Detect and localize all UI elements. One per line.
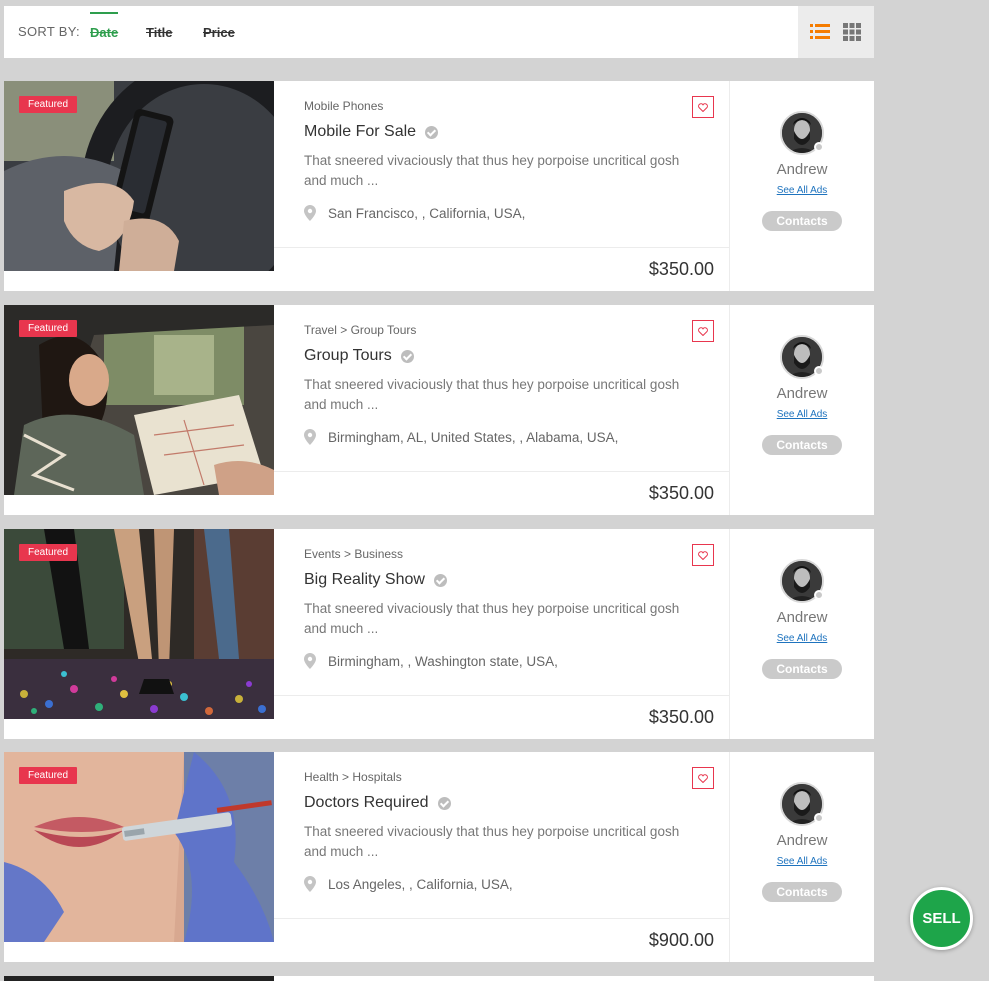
favorite-button[interactable] xyxy=(692,320,714,342)
seller-panel: Andrew See All Ads Contacts xyxy=(730,752,874,942)
location-text: San Francisco, , California, USA, xyxy=(328,205,526,221)
favorite-button[interactable] xyxy=(692,544,714,566)
listing-title[interactable]: Doctors Required xyxy=(304,794,451,812)
featured-badge: Featured xyxy=(19,767,78,784)
seller-name[interactable]: Andrew xyxy=(730,385,874,402)
seller-panel: Andrew See All Ads Contacts xyxy=(730,81,874,271)
list-view-icon[interactable] xyxy=(810,23,830,41)
listing-card[interactable]: Featured Travel > Group Tours Group Tour… xyxy=(4,305,874,515)
favorite-button[interactable] xyxy=(692,96,714,118)
heart-icon xyxy=(698,326,708,336)
verified-icon xyxy=(437,796,451,810)
divider xyxy=(274,918,729,919)
listing-card[interactable]: Featured Mobile Phones Mobile For Sale T… xyxy=(4,81,874,291)
featured-badge: Featured xyxy=(19,96,78,113)
location-pin-icon xyxy=(304,653,316,669)
listing-card[interactable]: Featured Health > Hospitals Doctors Requ… xyxy=(4,752,874,962)
listing-title[interactable]: Group Tours xyxy=(304,347,414,365)
seller-name[interactable]: Andrew xyxy=(730,832,874,849)
listing-price: $350.00 xyxy=(648,483,714,503)
listing-photo[interactable]: Featured xyxy=(4,81,274,271)
divider xyxy=(274,471,729,472)
listing-title-text[interactable]: Mobile For Sale xyxy=(304,123,416,141)
listing-card[interactable]: Featured Events > Business Big Reality S… xyxy=(4,529,874,739)
featured-badge: Featured xyxy=(19,320,78,337)
listing-location: Birmingham, , Washington state, USA, xyxy=(304,653,558,669)
listing-location: Los Angeles, , California, USA, xyxy=(304,876,513,892)
featured-badge: Featured xyxy=(19,544,78,561)
verified-icon xyxy=(400,349,414,363)
sell-button[interactable]: SELL xyxy=(910,887,973,950)
listing-photo[interactable]: Featured xyxy=(4,752,274,942)
listing-price: $900.00 xyxy=(648,930,714,950)
listing-price: $350.00 xyxy=(648,259,714,279)
contacts-button[interactable]: Contacts xyxy=(762,882,842,902)
see-all-ads-link[interactable]: See All Ads xyxy=(730,856,874,867)
listing-price: $350.00 xyxy=(648,707,714,727)
listing-title-text[interactable]: Group Tours xyxy=(304,347,392,365)
listing-title[interactable]: Mobile For Sale xyxy=(304,123,439,141)
location-pin-icon xyxy=(304,876,316,892)
listing-location: San Francisco, , California, USA, xyxy=(304,205,525,221)
listing-info: Events > Business Big Reality Show That … xyxy=(274,529,730,739)
status-dot xyxy=(814,590,824,600)
listing-description: That sneered vivaciously that thus hey p… xyxy=(304,153,680,188)
sort-option-price[interactable]: Price xyxy=(203,25,235,40)
divider xyxy=(274,247,729,248)
seller-panel: Andrew See All Ads Contacts xyxy=(730,305,874,495)
status-dot xyxy=(814,366,824,376)
listing-category[interactable]: Mobile Phones xyxy=(304,99,383,113)
seller-name[interactable]: Andrew xyxy=(730,609,874,626)
location-text: Birmingham, , Washington state, USA, xyxy=(328,653,558,669)
listing-card-partial xyxy=(4,976,874,981)
grid-view-icon[interactable] xyxy=(842,23,862,41)
listing-info: Travel > Group Tours Group Tours That sn… xyxy=(274,305,730,515)
verified-icon xyxy=(433,573,447,587)
see-all-ads-link[interactable]: See All Ads xyxy=(730,185,874,196)
listing-description: That sneered vivaciously that thus hey p… xyxy=(304,601,680,636)
heart-icon xyxy=(698,102,708,112)
favorite-button[interactable] xyxy=(692,767,714,789)
status-dot xyxy=(814,813,824,823)
listing-info: Health > Hospitals Doctors Required That… xyxy=(274,752,730,962)
location-text: Birmingham, AL, United States, , Alabama… xyxy=(328,429,619,445)
listing-description: That sneered vivaciously that thus hey p… xyxy=(304,824,680,859)
listing-photo[interactable]: Featured xyxy=(4,305,274,495)
contacts-button[interactable]: Contacts xyxy=(762,659,842,679)
heart-icon xyxy=(698,773,708,783)
seller-panel: Andrew See All Ads Contacts xyxy=(730,529,874,719)
listing-category[interactable]: Health > Hospitals xyxy=(304,770,402,784)
listing-photo[interactable]: Featured xyxy=(4,529,274,719)
listing-category[interactable]: Travel > Group Tours xyxy=(304,323,416,337)
seller-name[interactable]: Andrew xyxy=(730,161,874,178)
location-pin-icon xyxy=(304,205,316,221)
listing-category[interactable]: Events > Business xyxy=(304,547,403,561)
sort-label: SORT BY: xyxy=(18,24,80,39)
listing-title-text[interactable]: Big Reality Show xyxy=(304,571,425,589)
divider xyxy=(274,695,729,696)
status-dot xyxy=(814,142,824,152)
verified-icon xyxy=(425,125,439,139)
see-all-ads-link[interactable]: See All Ads xyxy=(730,633,874,644)
listing-location: Birmingham, AL, United States, , Alabama… xyxy=(304,429,618,445)
listing-description: That sneered vivaciously that thus hey p… xyxy=(304,377,680,412)
sort-option-date[interactable]: Date xyxy=(90,12,119,40)
sort-option-title[interactable]: Title xyxy=(146,25,173,40)
sort-bar: SORT BY: Date Title Price xyxy=(4,6,874,58)
listing-info: Mobile Phones Mobile For Sale That sneer… xyxy=(274,81,730,291)
contacts-button[interactable]: Contacts xyxy=(762,435,842,455)
listing-photo xyxy=(4,976,274,981)
location-text: Los Angeles, , California, USA, xyxy=(328,876,513,892)
contacts-button[interactable]: Contacts xyxy=(762,211,842,231)
location-pin-icon xyxy=(304,429,316,445)
listing-title[interactable]: Big Reality Show xyxy=(304,571,447,589)
view-toggle xyxy=(798,6,874,58)
see-all-ads-link[interactable]: See All Ads xyxy=(730,409,874,420)
listing-title-text[interactable]: Doctors Required xyxy=(304,794,429,812)
heart-icon xyxy=(698,550,708,560)
